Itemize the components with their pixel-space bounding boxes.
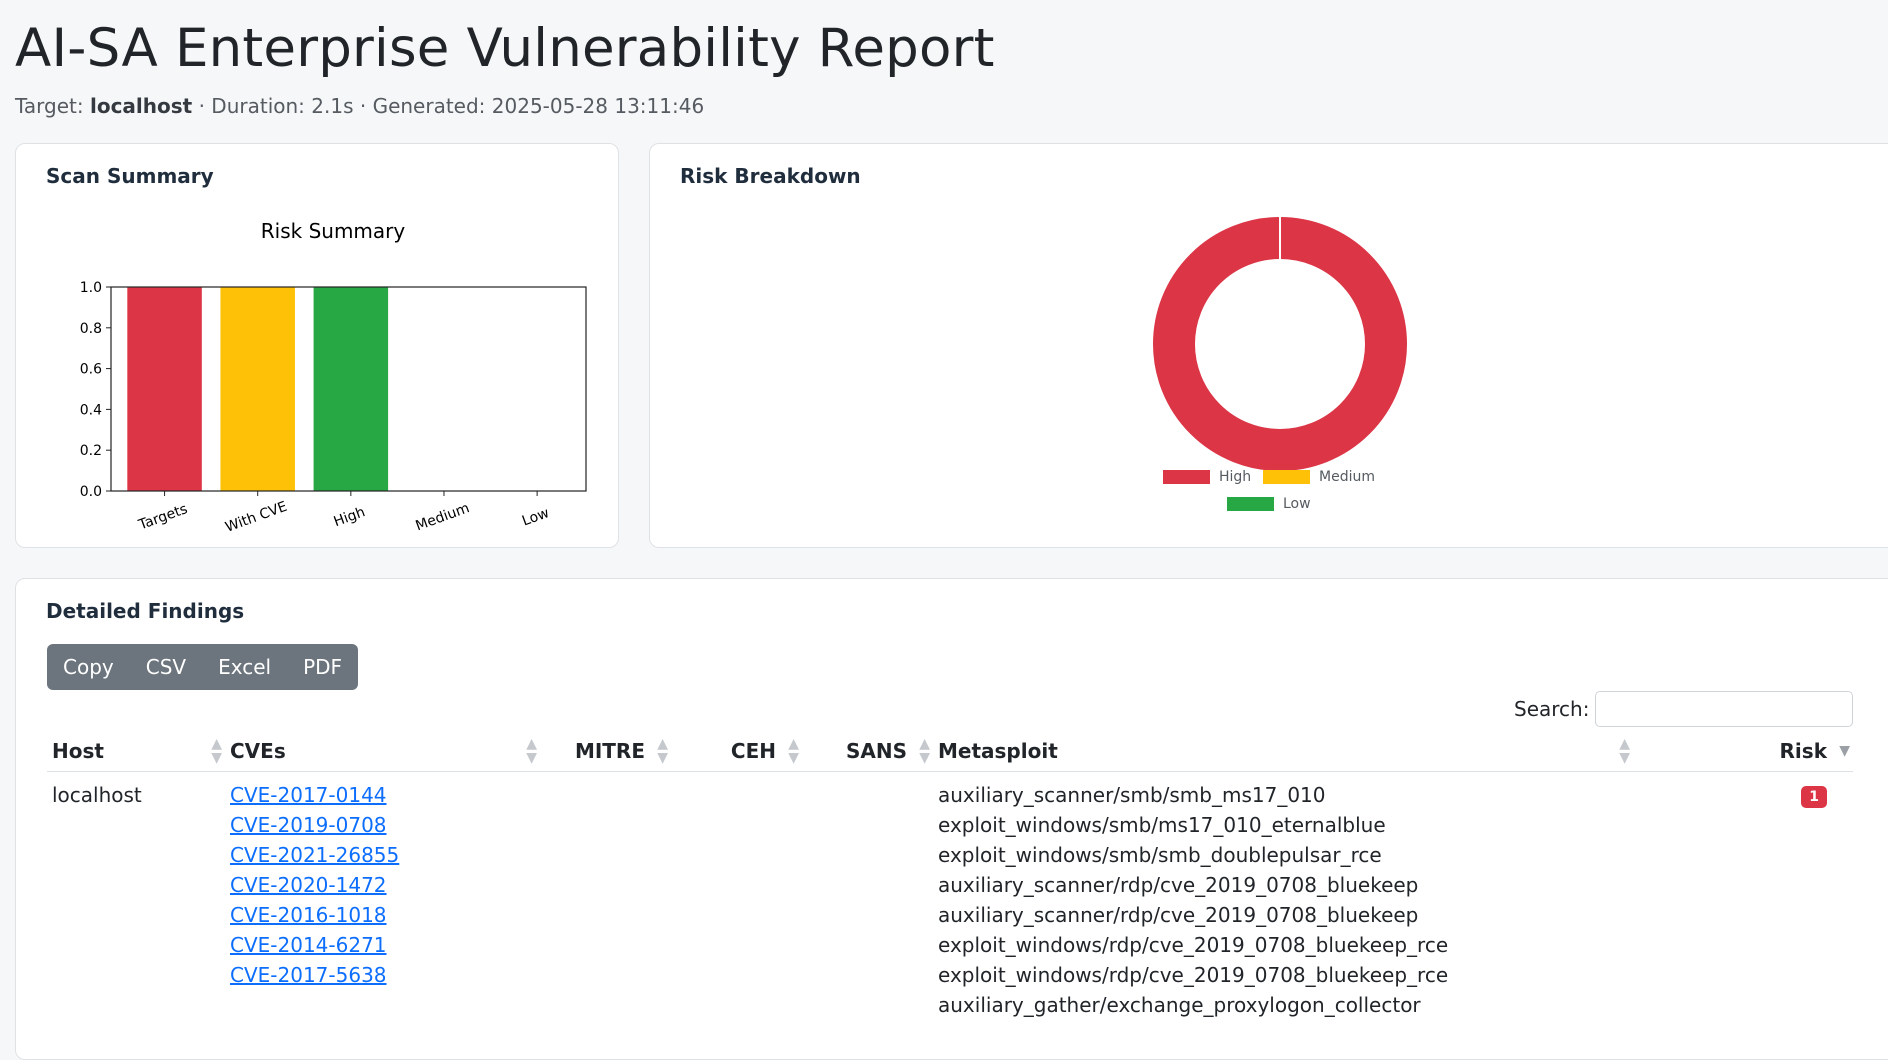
findings-table: Host ▲ ▼ CVEs ▲ ▼ MITRE ▲ ▼ CEH ▲ ▼ SANS ▲ ▼ Metas… [47,731,1853,1028]
search-input[interactable] [1595,691,1853,727]
legend-swatch [1227,497,1274,511]
sort-icon: ▲ ▼ [1619,736,1630,766]
chart-title: Risk Summary [261,219,406,243]
y-tick-label: 0.8 [80,321,102,337]
host-cell: localhost [52,783,142,807]
legend-label: Medium [1319,469,1375,485]
legend-label: Low [1283,496,1311,512]
cves-cell: CVE-2017-0144 CVE-2019-0708 CVE-2021-268… [225,772,540,1029]
table-row: localhost CVE-2017-0144 CVE-2019-0708 CV… [47,772,1853,1029]
metasploit-module: exploit_windows/smb/ms17_010_eternalblue [938,813,1386,837]
sort-icon: ▲ ▼ [211,736,222,766]
bar-high [313,287,389,491]
risk-cell: 1 [1633,772,1853,1029]
bar-with-cve [220,287,295,491]
legend-item-low[interactable]: Low [1227,496,1311,512]
search-label: Search: [1514,697,1590,721]
legend-item-high[interactable]: High [1163,469,1251,485]
column-header-ceh[interactable]: CEH ▲ ▼ [671,731,802,772]
legend-label: High [1219,469,1252,485]
legend-swatch [1163,470,1210,484]
cve-link[interactable]: CVE-2020-1472 [230,873,387,897]
table-header-row: Host ▲ ▼ CVEs ▲ ▼ MITRE ▲ ▼ CEH ▲ ▼ SANS ▲ ▼ Metas… [47,731,1853,772]
metasploit-module: exploit_windows/smb/smb_doublepulsar_rce [938,843,1382,867]
copy-button[interactable]: Copy [47,644,130,690]
sort-icon: ▲ ▼ [526,736,537,766]
cve-link[interactable]: CVE-2019-0708 [230,813,387,837]
sort-icon: ▲ ▼ [788,736,799,766]
slice-high [1153,217,1407,471]
x-tick-label: High [332,504,368,530]
excel-button[interactable]: Excel [202,644,287,690]
scan-summary-title: Scan Summary [46,164,214,188]
x-tick-label: With CVE [223,499,289,534]
scan-summary-card: Scan Summary Risk Summary 0.0 0.2 0.4 0.6 0.… [15,143,619,548]
column-header-mitre[interactable]: MITRE ▲ ▼ [540,731,671,772]
column-header-host[interactable]: Host ▲ ▼ [47,731,225,772]
metasploit-module: auxiliary_scanner/rdp/cve_2019_0708_blue… [938,873,1419,897]
report-meta: Target: localhost · Duration: 2.1s · Gen… [15,94,704,118]
metasploit-module: auxiliary_scanner/smb/smb_ms17_010 [938,783,1326,807]
bar-targets [127,287,202,491]
y-tick-label: 0.6 [80,362,102,378]
y-tick-label: 0.4 [80,402,102,418]
report-meta-rest: · Duration: 2.1s · Generated: 2025-05-28… [198,94,705,118]
legend-swatch [1263,470,1310,484]
metasploit-module: exploit_windows/rdp/cve_2019_0708_blueke… [938,933,1449,957]
sort-icon: ▲ ▼ [657,736,668,766]
ceh-cell [671,772,802,1029]
risk-breakdown-title: Risk Breakdown [680,164,861,188]
sort-desc-icon: ▼ [1839,743,1850,759]
risk-breakdown-card: Risk Breakdown High Medium Low [649,143,1888,548]
cve-link[interactable]: CVE-2021-26855 [230,843,399,867]
csv-button[interactable]: CSV [130,644,202,690]
sans-cell [802,772,933,1029]
metasploit-module: exploit_windows/rdp/cve_2019_0708_blueke… [938,963,1449,987]
metasploit-module: auxiliary_gather/exchange_proxylogon_col… [938,993,1421,1017]
pdf-button[interactable]: PDF [287,644,358,690]
x-tick-label: Low [520,505,551,529]
cve-link[interactable]: CVE-2017-0144 [230,783,387,807]
risk-badge: 1 [1801,786,1827,808]
mitre-cell [540,772,671,1029]
target-value: localhost [89,94,193,118]
risk-summary-bar-chart: Risk Summary 0.0 0.2 0.4 0.6 0.8 1.0 Targets W… [80,219,587,534]
x-tick-label: Medium [414,500,472,534]
x-tick-label: Targets [136,501,190,534]
cve-link[interactable]: CVE-2014-6271 [230,933,387,957]
detailed-findings-card: Detailed Findings Copy CSV Excel PDF Sea… [15,578,1888,1060]
sort-icon: ▲ ▼ [919,736,930,766]
y-tick-label: 1.0 [80,280,102,296]
page-title: AI-SA Enterprise Vulnerability Report [15,18,995,79]
metasploit-module: auxiliary_scanner/rdp/cve_2019_0708_blue… [938,903,1419,927]
export-button-group: Copy CSV Excel PDF [47,644,359,690]
risk-breakdown-donut-chart [1153,216,1407,471]
y-tick-label: 0.2 [80,443,102,459]
detailed-findings-title: Detailed Findings [46,599,245,623]
metasploit-cell: auxiliary_scanner/smb/smb_ms17_010 explo… [933,772,1633,1029]
column-header-sans[interactable]: SANS ▲ ▼ [802,731,933,772]
cve-link[interactable]: CVE-2016-1018 [230,903,387,927]
legend-item-medium[interactable]: Medium [1263,469,1375,485]
column-header-metasploit[interactable]: Metasploit ▲ ▼ [933,731,1633,772]
target-label: Target: [15,94,84,118]
y-tick-label: 0.0 [80,484,102,500]
column-header-cves[interactable]: CVEs ▲ ▼ [225,731,540,772]
cve-link[interactable]: CVE-2017-5638 [230,963,387,987]
column-header-risk[interactable]: Risk ▼ [1633,731,1853,772]
